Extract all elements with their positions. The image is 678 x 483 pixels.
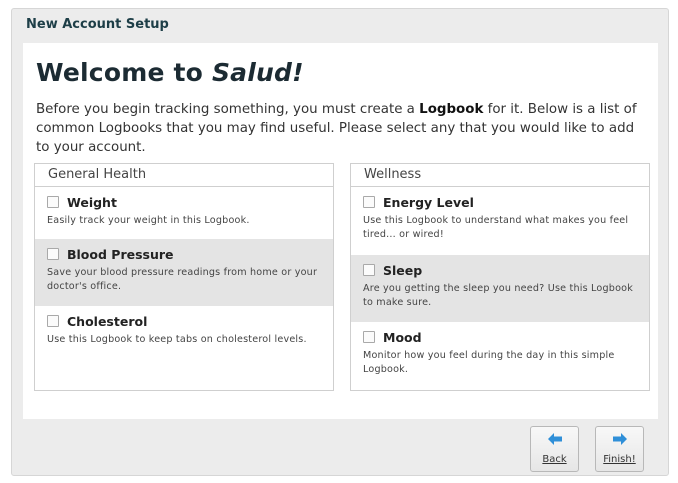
content-panel: Welcome to Salud! Before you begin track…: [23, 43, 658, 419]
intro-bold: Logbook: [419, 102, 484, 117]
column-header-wellness: Wellness: [351, 164, 649, 187]
logbook-description: Save your blood pressure readings from h…: [47, 267, 318, 292]
mood-checkbox[interactable]: [363, 331, 375, 343]
dialog-title: New Account Setup: [26, 17, 169, 32]
app-name: Salud!: [211, 58, 304, 87]
logbook-item-cholesterol[interactable]: Cholesterol Use this Logbook to keep tab…: [35, 306, 333, 386]
energy-level-checkbox[interactable]: [363, 196, 375, 208]
logbook-name: Mood: [383, 329, 422, 345]
cholesterol-checkbox[interactable]: [47, 315, 59, 327]
general-health-column: General Health Weight Easily track your …: [34, 163, 334, 391]
column-header-general-health: General Health: [35, 164, 333, 187]
logbook-description: Monitor how you feel during the day in t…: [363, 350, 615, 375]
back-button[interactable]: Back: [530, 426, 579, 472]
logbook-description: Use this Logbook to keep tabs on cholest…: [47, 334, 307, 345]
intro-text: Before you begin tracking something, you…: [36, 100, 646, 157]
blood-pressure-checkbox[interactable]: [47, 248, 59, 260]
logbook-item-blood-pressure[interactable]: Blood Pressure Save your blood pressure …: [35, 239, 333, 306]
logbook-name: Blood Pressure: [67, 246, 174, 262]
logbook-description: Are you getting the sleep you need? Use …: [363, 283, 633, 308]
welcome-prefix: Welcome to: [36, 58, 212, 87]
intro-part1: Before you begin tracking something, you…: [36, 102, 420, 117]
logbook-item-energy-level[interactable]: Energy Level Use this Logbook to underst…: [351, 187, 649, 255]
wellness-column: Wellness Energy Level Use this Logbook t…: [350, 163, 650, 391]
arrow-right-icon: [596, 433, 643, 449]
logbook-item-mood[interactable]: Mood Monitor how you feel during the day…: [351, 322, 649, 386]
arrow-left-icon: [531, 433, 578, 449]
finish-label: Finish!: [603, 454, 636, 465]
logbook-name: Sleep: [383, 262, 423, 278]
logbook-description: Easily track your weight in this Logbook…: [47, 215, 250, 226]
logbook-name: Weight: [67, 194, 117, 210]
new-account-setup-dialog: New Account Setup Welcome to Salud! Befo…: [11, 8, 669, 476]
welcome-heading: Welcome to Salud!: [36, 58, 304, 87]
logbook-name: Energy Level: [383, 194, 474, 210]
back-label: Back: [542, 454, 567, 465]
logbook-description: Use this Logbook to understand what make…: [363, 215, 629, 240]
sleep-checkbox[interactable]: [363, 264, 375, 276]
logbook-name: Cholesterol: [67, 313, 148, 329]
finish-button[interactable]: Finish!: [595, 426, 644, 472]
weight-checkbox[interactable]: [47, 196, 59, 208]
logbook-item-sleep[interactable]: Sleep Are you getting the sleep you need…: [351, 255, 649, 322]
logbook-item-weight[interactable]: Weight Easily track your weight in this …: [35, 187, 333, 239]
